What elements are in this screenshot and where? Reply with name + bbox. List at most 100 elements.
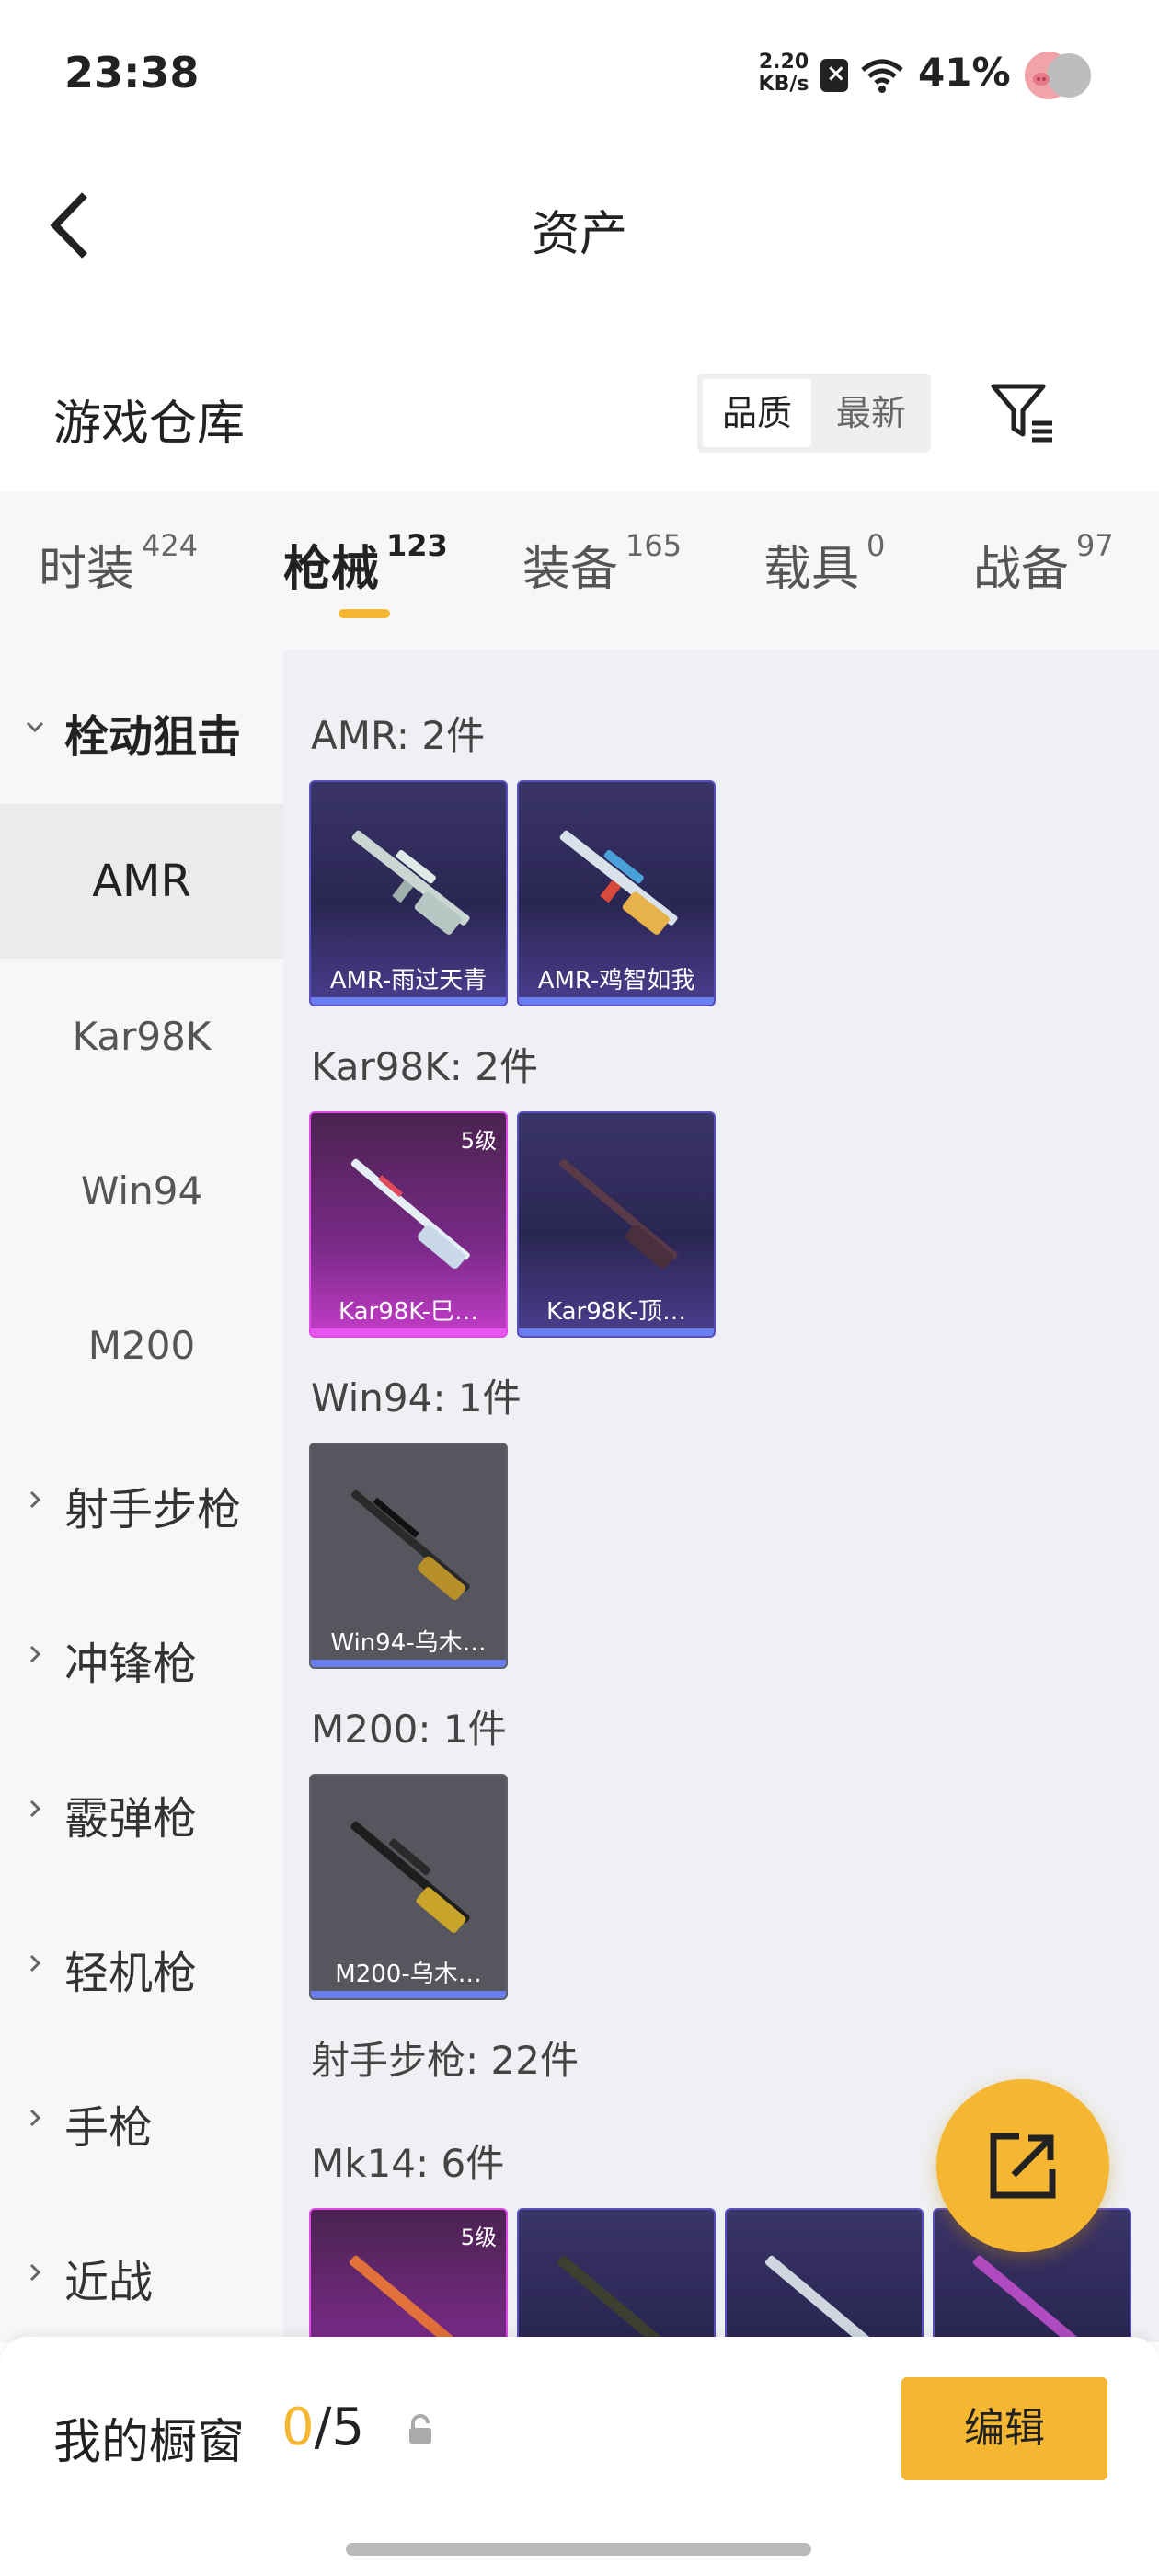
tab-label: 枪械: [283, 542, 380, 597]
rifle-icon: [350, 1489, 470, 1600]
tab-battle-prep[interactable]: 战备 97: [973, 528, 1114, 599]
sort-option-quality[interactable]: 品质: [703, 379, 811, 447]
weapon-card[interactable]: 5级: [309, 2208, 508, 2342]
chevron-down-icon: [26, 721, 44, 733]
weapon-card[interactable]: [725, 2208, 924, 2342]
sidebar-item-shotgun[interactable]: 霰弹枪: [0, 1731, 283, 1886]
tab-label: 装备: [522, 542, 619, 597]
weapon-name: Win94-乌木…: [330, 1629, 487, 1657]
page-title: 资产: [531, 207, 627, 262]
sidebar-item-label: AMR: [92, 856, 191, 907]
group-title-mk14: Mk14: 6件: [311, 2141, 505, 2186]
network-speed-unit: KB/s: [758, 73, 809, 96]
category-tabs: 时装 424 枪械 123 装备 165 载具 0 战备 97: [0, 491, 1159, 650]
tab-count: 97: [1076, 528, 1114, 563]
sidebar-item-smg[interactable]: 冲锋枪: [0, 1577, 283, 1731]
tab-count: 123: [386, 528, 448, 563]
showcase-label: 我的橱窗: [53, 2415, 246, 2470]
rifle-icon: [972, 2255, 1094, 2342]
sidebar-item-label: Kar98K: [72, 1014, 212, 1059]
battery-level: 41%: [918, 50, 1011, 95]
wifi-icon: [861, 59, 903, 93]
group-title-amr: AMR: 2件: [311, 713, 486, 758]
rifle-icon: [349, 2255, 470, 2342]
weapon-card[interactable]: AMR-鸡智如我: [517, 780, 716, 1006]
sniper-rifle-icon: [559, 830, 678, 935]
rifle-icon: [558, 1158, 678, 1269]
rarity-bar: [311, 1660, 506, 1667]
weapon-name: M200-乌木…: [335, 1961, 482, 1988]
filter-icon[interactable]: [990, 383, 1056, 443]
weapon-card[interactable]: Win94-乌木…: [309, 1443, 508, 1669]
sidebar-item-label: 近战: [64, 2257, 154, 2308]
sidebar-item-label: 栓动狙击: [64, 711, 242, 763]
group-title-kar98k: Kar98K: 2件: [311, 1044, 539, 1089]
tab-label: 战备: [973, 542, 1070, 597]
tab-firearms[interactable]: 枪械 123: [283, 528, 448, 599]
sidebar-item-marksman[interactable]: 射手步枪: [0, 1422, 283, 1577]
rarity-bar: [311, 997, 506, 1005]
tab-fashion[interactable]: 时装 424: [39, 528, 198, 599]
sidebar-item-label: M200: [87, 1323, 196, 1368]
sidebar-item-m200[interactable]: M200: [0, 1268, 283, 1422]
rarity-bar: [519, 1328, 714, 1336]
sidebar-item-label: 射手步枪: [64, 1484, 242, 1535]
tab-vehicles[interactable]: 载具 0: [763, 528, 886, 599]
share-icon: [990, 2133, 1056, 2199]
level-badge: 5级: [460, 1128, 497, 1154]
weapon-card[interactable]: M200-乌木…: [309, 1774, 508, 2000]
group-title-marksman: 射手步枪: 22件: [311, 2038, 579, 2083]
sidebar-item-win94[interactable]: Win94: [0, 1113, 283, 1268]
warehouse-title: 游戏仓库: [53, 397, 246, 452]
sidebar-item-label: Win94: [80, 1168, 203, 1213]
rifle-icon: [764, 2255, 886, 2342]
sidebar-item-label: 手枪: [64, 2102, 154, 2154]
tab-label: 时装: [39, 542, 135, 597]
tab-count: 0: [866, 528, 886, 563]
rarity-bar: [311, 1991, 506, 1998]
sort-option-latest[interactable]: 最新: [817, 379, 925, 447]
chevron-right-icon: [29, 1490, 41, 1509]
status-time: 23:38: [64, 48, 200, 98]
sidebar-item-melee[interactable]: 近战: [0, 2195, 283, 2350]
chevron-right-icon: [29, 1954, 41, 1972]
chevron-right-icon: [29, 1645, 41, 1663]
weapon-card[interactable]: 5级 Kar98K-巳…: [309, 1111, 508, 1338]
sidebar-item-lmg[interactable]: 轻机枪: [0, 1886, 283, 2041]
tab-count: 165: [625, 528, 683, 563]
weapon-card[interactable]: AMR-雨过天青: [309, 780, 508, 1006]
group-title-m200: M200: 1件: [311, 1707, 507, 1752]
chevron-right-icon: [29, 1800, 41, 1818]
edit-button[interactable]: 编辑: [901, 2377, 1107, 2480]
sniper-rifle-icon: [351, 830, 470, 935]
chevron-right-icon: [29, 2263, 41, 2282]
sort-toggle: 品质 最新: [697, 374, 931, 453]
sidebar-item-amr[interactable]: AMR: [0, 804, 283, 959]
rifle-icon: [557, 2255, 678, 2342]
lock-icon: [409, 2414, 431, 2444]
showcase-total: /5: [314, 2398, 365, 2457]
pig-avatar-icon: [1025, 52, 1091, 99]
network-speed: 2.20 KB/s: [756, 52, 811, 96]
status-bar: 23:38 2.20 KB/s 41%: [0, 0, 1159, 147]
sidebar-item-label: 冲锋枪: [64, 1639, 198, 1690]
level-badge: 5级: [460, 2225, 497, 2250]
weapon-card[interactable]: [517, 2208, 716, 2342]
tab-label: 载具: [763, 542, 860, 597]
weapon-name: AMR-鸡智如我: [537, 967, 695, 995]
weapon-name: AMR-雨过天青: [329, 967, 488, 995]
weapon-card[interactable]: Kar98K-顶…: [517, 1111, 716, 1338]
tab-equipment[interactable]: 装备 165: [522, 528, 683, 599]
weapon-name: Kar98K-巳…: [338, 1298, 478, 1326]
share-button[interactable]: [936, 2079, 1109, 2252]
home-indicator[interactable]: [346, 2543, 811, 2556]
sidebar-item-pistol[interactable]: 手枪: [0, 2041, 283, 2195]
sidebar-item-kar98k[interactable]: Kar98K: [0, 959, 283, 1113]
rarity-bar: [519, 997, 714, 1005]
weapon-name: Kar98K-顶…: [545, 1298, 686, 1326]
sidebar-item-bolt-action[interactable]: 栓动狙击: [0, 650, 283, 804]
showcase-bar: 我的橱窗 0/5 编辑: [0, 2337, 1159, 2576]
sniper-rifle-icon: [350, 1821, 470, 1933]
weapon-category-sidebar: 栓动狙击 AMR Kar98K Win94 M200 射手步枪 冲锋枪 霰弹枪 …: [0, 650, 283, 2342]
showcase-current: 0: [281, 2398, 315, 2457]
